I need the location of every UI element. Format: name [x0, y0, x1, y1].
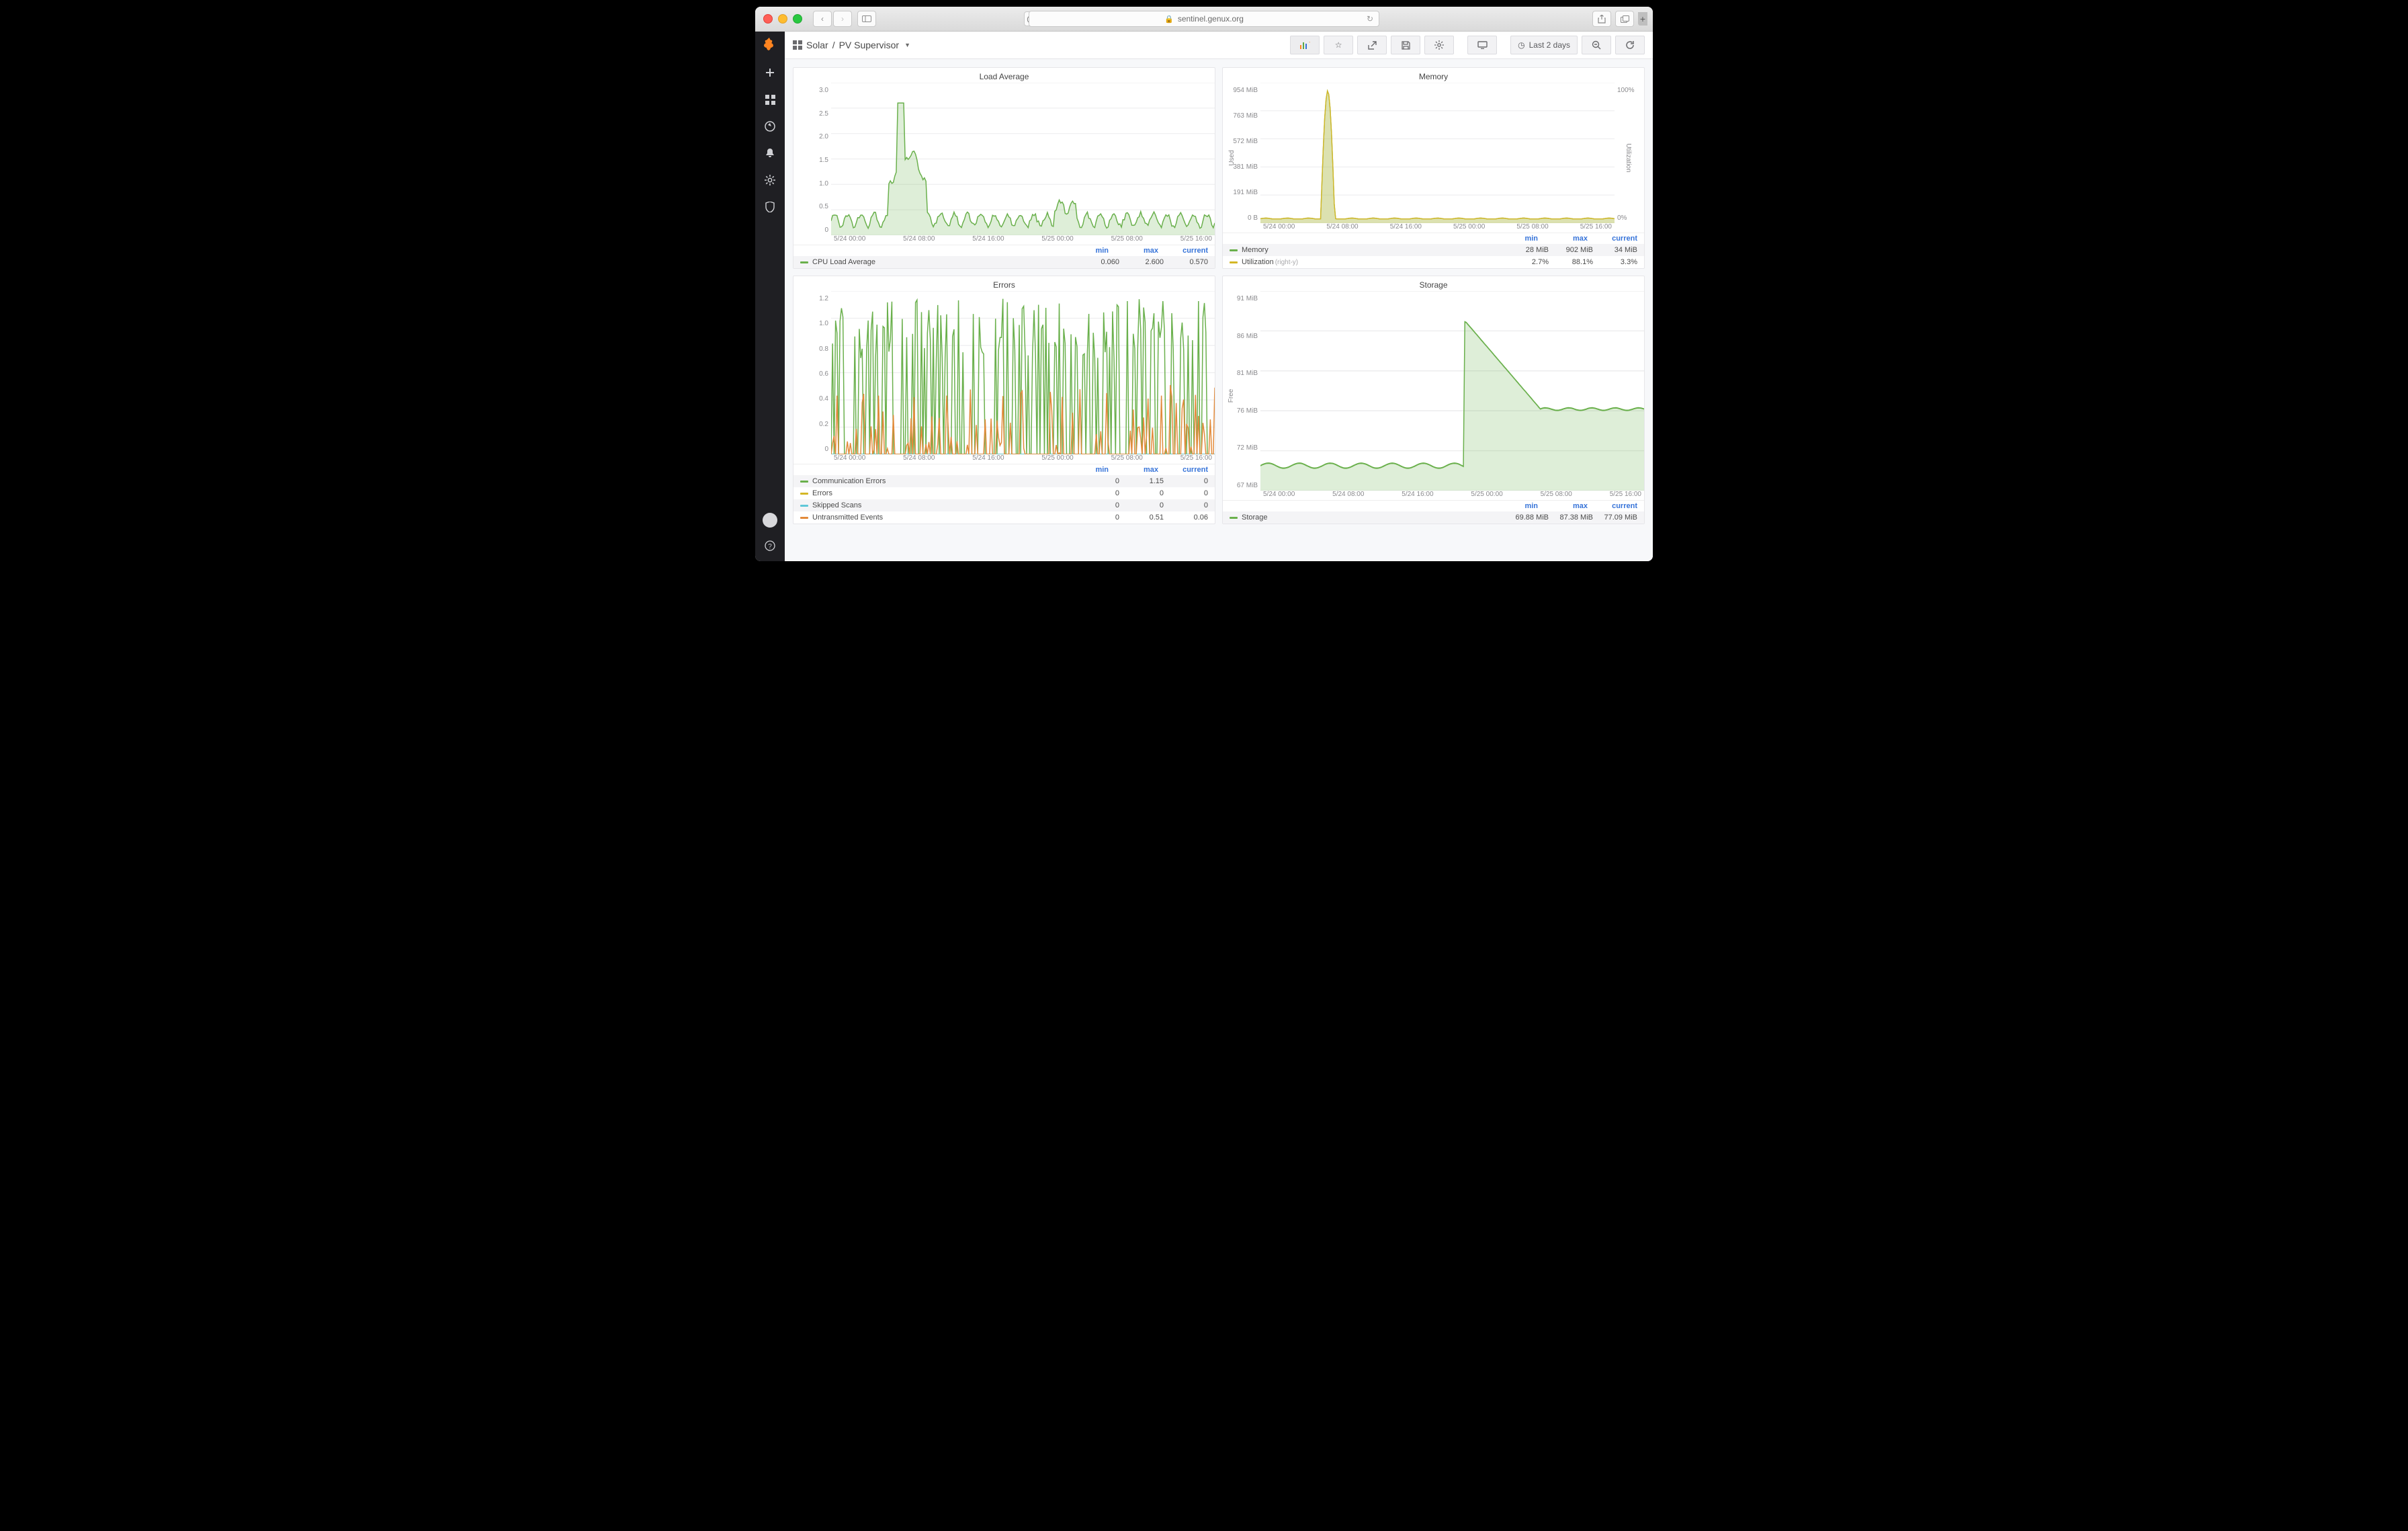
refresh-button[interactable]: [1615, 36, 1645, 54]
breadcrumb-folder: Solar: [806, 40, 828, 50]
sidebar-icon: [862, 15, 871, 22]
legend-row[interactable]: Skipped Scans000: [793, 499, 1215, 511]
cycle-view-button[interactable]: [1467, 36, 1497, 54]
time-range-label: Last 2 days: [1529, 40, 1570, 50]
explore-icon[interactable]: [761, 118, 779, 135]
panel-legend: minmaxcurrentStorage69.88 MiB87.38 MiB77…: [1223, 500, 1644, 524]
settings-button[interactable]: [1424, 36, 1454, 54]
panel-title: Load Average: [793, 68, 1215, 83]
y-axis-label: Free: [1228, 388, 1235, 403]
panel-legend: minmaxcurrentCPU Load Average0.0602.6000…: [793, 245, 1215, 268]
back-button[interactable]: ‹: [813, 11, 832, 27]
breadcrumb-dashboard: PV Supervisor: [839, 40, 899, 50]
zoom-out-button[interactable]: [1582, 36, 1611, 54]
panel-title: Memory: [1223, 68, 1644, 83]
panel-load[interactable]: Load Average3.02.52.01.51.00.505/24 00:0…: [793, 67, 1215, 269]
browser-window: ‹ › ◎ ⊕ 🔒 sentinel.genux.org ↻ +: [755, 7, 1653, 561]
create-icon[interactable]: [761, 64, 779, 81]
legend-row[interactable]: Storage69.88 MiB87.38 MiB77.09 MiB: [1223, 511, 1644, 524]
panel-errors[interactable]: Errors1.21.00.80.60.40.205/24 00:005/24 …: [793, 276, 1215, 524]
dashboard-breadcrumb[interactable]: Solar / PV Supervisor ▼: [793, 40, 910, 50]
admin-icon[interactable]: [761, 198, 779, 216]
legend-row[interactable]: Untransmitted Events00.510.06: [793, 511, 1215, 524]
alerting-icon[interactable]: [761, 144, 779, 162]
panel-legend: minmaxcurrentMemory28 MiB902 MiB34 MiBUt…: [1223, 233, 1644, 268]
time-range-picker[interactable]: ◷ Last 2 days: [1510, 36, 1578, 54]
close-window-button[interactable]: [763, 14, 773, 24]
dashboard-icon: [793, 40, 802, 50]
panel-memory[interactable]: MemoryUsed954 MiB763 MiB572 MiB381 MiB19…: [1222, 67, 1645, 269]
save-button[interactable]: [1391, 36, 1420, 54]
url-text: sentinel.genux.org: [1178, 14, 1244, 24]
share-button[interactable]: [1592, 11, 1611, 27]
user-avatar[interactable]: [763, 513, 777, 528]
browser-titlebar: ‹ › ◎ ⊕ 🔒 sentinel.genux.org ↻ +: [755, 7, 1653, 32]
new-tab-button[interactable]: +: [1638, 12, 1647, 26]
panel-legend: minmaxcurrentCommunication Errors01.150E…: [793, 464, 1215, 524]
dashboards-icon[interactable]: [761, 91, 779, 108]
zoom-window-button[interactable]: [793, 14, 802, 24]
legend-row[interactable]: Communication Errors01.150: [793, 475, 1215, 487]
y-axis-label: Used: [1228, 150, 1236, 165]
chevron-down-icon: ▼: [904, 42, 910, 48]
minimize-window-button[interactable]: [778, 14, 787, 24]
grafana-sidebar: ?: [755, 32, 785, 561]
reload-button[interactable]: ↻: [1367, 14, 1373, 24]
panel-title: Storage: [1223, 276, 1644, 291]
svg-text:?: ?: [768, 543, 772, 550]
panel-title: Errors: [793, 276, 1215, 291]
config-icon[interactable]: [761, 171, 779, 189]
address-bar[interactable]: 🔒 sentinel.genux.org ↻: [1029, 11, 1379, 27]
legend-row[interactable]: CPU Load Average0.0602.6000.570: [793, 256, 1215, 268]
forward-button[interactable]: ›: [833, 11, 852, 27]
lock-icon: 🔒: [1164, 15, 1174, 24]
add-panel-button[interactable]: +: [1290, 36, 1320, 54]
share-button-grafana[interactable]: [1357, 36, 1387, 54]
sidebar-toggle-button[interactable]: [857, 11, 876, 27]
svg-text:+: +: [1309, 40, 1310, 46]
grafana-topbar: Solar / PV Supervisor ▼ + ☆ ◷ Last 2 day…: [785, 32, 1653, 59]
help-icon[interactable]: ?: [761, 537, 779, 554]
legend-row[interactable]: Errors000: [793, 487, 1215, 499]
panel-storage[interactable]: StorageFree91 MiB86 MiB81 MiB76 MiB72 Mi…: [1222, 276, 1645, 524]
legend-row[interactable]: Memory28 MiB902 MiB34 MiB: [1223, 244, 1644, 256]
tabs-button[interactable]: [1615, 11, 1634, 27]
legend-row[interactable]: Utilization(right-y)2.7%88.1%3.3%: [1223, 256, 1644, 268]
window-controls: [763, 14, 802, 24]
grafana-logo-icon[interactable]: [761, 37, 779, 54]
star-button[interactable]: ☆: [1324, 36, 1353, 54]
clock-icon: ◷: [1518, 40, 1524, 50]
